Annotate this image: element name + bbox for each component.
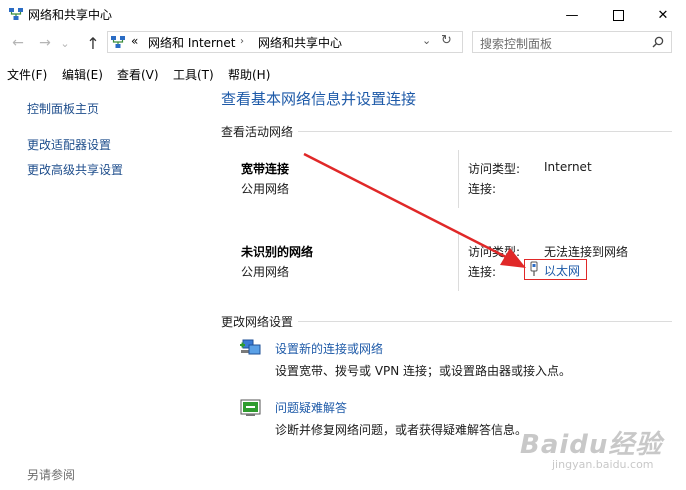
breadcrumb-item[interactable]: 网络和共享中心 bbox=[258, 34, 342, 51]
network-divider bbox=[458, 233, 459, 291]
search-icon[interactable] bbox=[652, 36, 664, 48]
menu-edit[interactable]: 编辑(E) bbox=[62, 66, 103, 83]
sidebar-item-change-adapter-settings[interactable]: 更改适配器设置 bbox=[27, 136, 111, 153]
sidebar-item-control-panel-home[interactable]: 控制面板主页 bbox=[27, 100, 99, 117]
menu-view[interactable]: 查看(V) bbox=[117, 66, 159, 83]
new-connection-icon bbox=[240, 339, 261, 355]
connection-label: 连接: bbox=[468, 265, 497, 279]
setup-new-connection-link[interactable]: 设置新的连接或网络 bbox=[275, 340, 383, 357]
active-networks-heading: 查看活动网络 bbox=[221, 125, 294, 139]
see-also-heading: 另请参阅 bbox=[27, 468, 76, 482]
section-divider bbox=[298, 131, 672, 132]
change-settings-heading: 更改网络设置 bbox=[221, 315, 294, 329]
task-description: 设置宽带、拨号或 VPN 连接；或设置路由器或接入点。 bbox=[275, 364, 572, 378]
search-placeholder: 搜索控制面板 bbox=[480, 37, 553, 51]
task-description: 诊断并修复网络问题，或者获得疑难解答信息。 bbox=[275, 423, 528, 437]
connection-label: 连接: bbox=[468, 182, 497, 196]
maximize-button[interactable] bbox=[595, 0, 641, 30]
maximize-icon bbox=[612, 9, 624, 21]
access-type-value: Internet bbox=[544, 160, 592, 174]
menu-help[interactable]: 帮助(H) bbox=[228, 66, 270, 83]
minimize-button[interactable]: — bbox=[549, 0, 595, 30]
network-center-icon bbox=[9, 8, 23, 20]
access-type-label: 访问类型: bbox=[468, 245, 521, 259]
breadcrumb-overflow[interactable]: « bbox=[131, 34, 138, 48]
ethernet-icon bbox=[530, 261, 538, 276]
network-center-icon bbox=[111, 36, 125, 48]
network-category[interactable]: 公用网络 bbox=[241, 263, 289, 280]
sidebar-item-advanced-sharing-settings[interactable]: 更改高级共享设置 bbox=[27, 161, 123, 178]
breadcrumb-item[interactable]: 网络和 Internet bbox=[148, 34, 235, 51]
up-button[interactable]: ↑ bbox=[83, 33, 103, 53]
network-name: 宽带连接 bbox=[241, 162, 290, 176]
recent-dropdown-button[interactable]: ⌄ bbox=[58, 33, 72, 53]
access-type-label: 访问类型: bbox=[468, 162, 521, 176]
breadcrumb-chevron-icon: › bbox=[240, 36, 244, 47]
troubleshoot-icon bbox=[240, 399, 261, 416]
ethernet-connection-link[interactable]: 以太网 bbox=[544, 262, 580, 279]
watermark-url: jingyan.baidu.com bbox=[552, 458, 654, 471]
network-category[interactable]: 公用网络 bbox=[241, 180, 289, 197]
network-name: 未识别的网络 bbox=[241, 245, 314, 259]
section-divider bbox=[298, 321, 672, 322]
refresh-button[interactable]: ↻ bbox=[441, 33, 452, 48]
network-divider bbox=[458, 150, 459, 208]
forward-button[interactable]: → bbox=[35, 33, 55, 53]
troubleshoot-link[interactable]: 问题疑难解答 bbox=[275, 399, 347, 416]
menu-tools[interactable]: 工具(T) bbox=[173, 66, 214, 83]
watermark-logo: Baidu经验 bbox=[520, 430, 663, 460]
page-title: 查看基本网络信息并设置连接 bbox=[221, 90, 417, 108]
menu-file[interactable]: 文件(F) bbox=[7, 66, 47, 83]
back-button[interactable]: ← bbox=[8, 33, 28, 53]
close-button[interactable]: ✕ bbox=[640, 0, 686, 30]
window-title: 网络和共享中心 bbox=[28, 8, 113, 22]
access-type-value: 无法连接到网络 bbox=[544, 245, 629, 259]
address-dropdown-button[interactable]: ⌄ bbox=[422, 34, 431, 47]
